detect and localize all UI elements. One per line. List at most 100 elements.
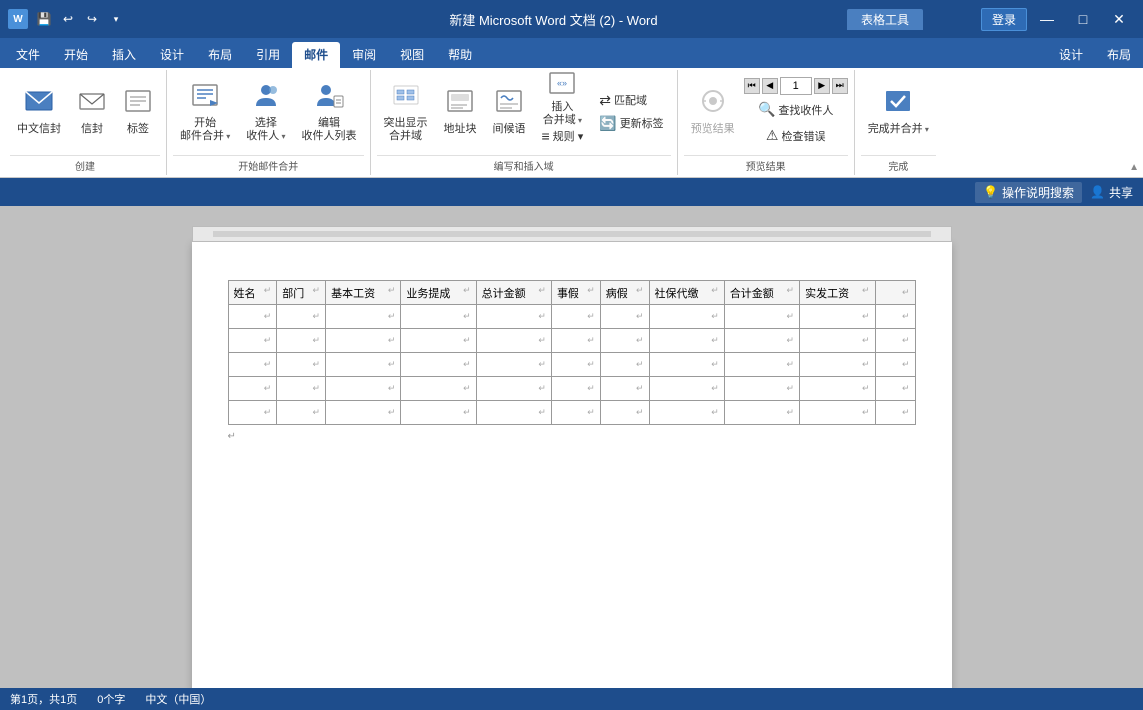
table-row: ↵ ↵ ↵ ↵ ↵ ↵ ↵ ↵ ↵ ↵ ↵ — [228, 329, 915, 353]
biaoqian-button[interactable]: 标签 — [116, 77, 160, 147]
cell: ↵ — [476, 305, 551, 329]
record-number-input[interactable] — [780, 77, 812, 95]
svg-text:«»: «» — [557, 78, 567, 88]
rules-button[interactable]: ≡ 规则 ▾ — [535, 125, 591, 147]
cell: ↵ — [649, 353, 724, 377]
tab-mailings[interactable]: 邮件 — [292, 42, 340, 68]
highlight-merge-label: 突出显示合并域 — [384, 117, 428, 143]
next-record-button[interactable]: ▶ — [814, 78, 830, 94]
share-button[interactable]: 👤 共享 — [1090, 184, 1133, 201]
highlight-merge-icon — [391, 80, 421, 115]
document-page[interactable]: 姓名↵ 部门↵ 基本工资↵ 业务提成↵ 总计金额↵ 事假↵ 病假↵ 社保代缴↵ … — [192, 242, 952, 688]
title-bar: W 💾 ↩ ↪ ▾ 新建 Microsoft Word 文档 (2) - Wor… — [0, 0, 1143, 38]
cell: ↵ — [228, 305, 277, 329]
tab-insert[interactable]: 插入 — [100, 42, 148, 68]
share-label: 共享 — [1109, 184, 1133, 201]
document-area: 姓名↵ 部门↵ 基本工资↵ 业务提成↵ 总计金额↵ 事假↵ 病假↵ 社保代缴↵ … — [0, 206, 1143, 688]
xinfeng-label: 信封 — [81, 123, 103, 136]
address-block-label: 地址块 — [444, 123, 477, 136]
undo-button[interactable]: ↩ — [58, 9, 78, 29]
tab-design[interactable]: 设计 — [148, 42, 196, 68]
tab-file[interactable]: 文件 — [4, 42, 52, 68]
title-bar-right: 登录 — □ ✕ — [981, 8, 1135, 31]
tab-references[interactable]: 引用 — [244, 42, 292, 68]
customize-quick-access-button[interactable]: ▾ — [106, 9, 126, 29]
ruler — [192, 226, 952, 242]
tab-home[interactable]: 开始 — [52, 42, 100, 68]
cell: ↵ — [600, 353, 649, 377]
table-row: ↵ ↵ ↵ ↵ ↵ ↵ ↵ ↵ ↵ ↵ ↵ — [228, 305, 915, 329]
preview-results-button[interactable]: 预览结果 — [684, 77, 742, 147]
data-table: 姓名↵ 部门↵ 基本工资↵ 业务提成↵ 总计金额↵ 事假↵ 病假↵ 社保代缴↵ … — [228, 280, 916, 425]
tab-layout[interactable]: 布局 — [196, 42, 244, 68]
search-help-button[interactable]: 💡 操作说明搜索 — [975, 182, 1082, 203]
title-bar-left: W 💾 ↩ ↪ ▾ — [8, 9, 126, 29]
ribbon-tabs-bar: 文件 开始 插入 设计 布局 引用 邮件 审阅 视图 帮助 设计 布局 — [0, 38, 1143, 68]
tab-review[interactable]: 审阅 — [340, 42, 388, 68]
login-button[interactable]: 登录 — [981, 8, 1027, 31]
tab-table-design[interactable]: 设计 — [1047, 42, 1095, 68]
edit-recipient-icon — [314, 80, 344, 115]
col-header-sick-leave: 病假↵ — [600, 281, 649, 305]
title-text: 新建 Microsoft Word 文档 (2) - Word — [449, 13, 657, 28]
cell: ↵ — [401, 305, 476, 329]
restore-button[interactable]: □ — [1067, 9, 1099, 29]
zhongwen-xinfeng-icon — [24, 86, 54, 121]
tab-help[interactable]: 帮助 — [436, 42, 484, 68]
finish-merge-label: 完成并合并 ▾ — [868, 123, 929, 136]
check-errors-label: 检查错误 — [781, 128, 825, 144]
prev-record-button[interactable]: ◀ — [762, 78, 778, 94]
tab-table-layout[interactable]: 布局 — [1095, 42, 1143, 68]
cell: ↵ — [228, 353, 277, 377]
ribbon-collapse-button[interactable]: ▲ — [1129, 162, 1139, 173]
redo-button[interactable]: ↪ — [82, 9, 102, 29]
language: 中文（中国） — [145, 691, 211, 707]
cell: ↵ — [649, 401, 724, 425]
cell: ↵ — [724, 305, 799, 329]
start-merge-button[interactable]: 开始邮件合并 ▾ — [173, 77, 237, 147]
update-labels-button[interactable]: 🔄 更新标签 — [592, 112, 670, 134]
last-record-button[interactable]: ⏭ — [832, 78, 848, 94]
tab-view[interactable]: 视图 — [388, 42, 436, 68]
greeting-line-button[interactable]: 间候语 — [486, 77, 533, 147]
check-errors-button[interactable]: ⚠ 检查错误 — [759, 125, 833, 147]
cell: ↵ — [326, 305, 401, 329]
match-fields-button[interactable]: ⇄ 匹配域 — [592, 89, 670, 111]
find-recipient-button[interactable]: 🔍 查找收件人 — [751, 99, 840, 121]
ribbon-group-preview-label: 预览结果 — [684, 155, 848, 175]
minimize-button[interactable]: — — [1031, 9, 1063, 29]
cell: ↵ — [875, 353, 915, 377]
greeting-line-label: 间候语 — [493, 123, 526, 136]
col-header-business: 业务提成↵ — [401, 281, 476, 305]
insert-merge-field-label: 插入合并域 ▾ — [543, 101, 582, 127]
edit-recipient-button[interactable]: 编辑收件人列表 — [295, 77, 364, 147]
close-button[interactable]: ✕ — [1103, 9, 1135, 29]
cell: ↵ — [600, 329, 649, 353]
address-block-button[interactable]: 地址块 — [437, 77, 484, 147]
rules-label: 规则 ▾ — [553, 128, 584, 144]
cell: ↵ — [875, 377, 915, 401]
cell: ↵ — [277, 329, 326, 353]
select-recipient-button[interactable]: 选择收件人 ▾ — [239, 77, 292, 147]
xinfeng-button[interactable]: 信封 — [70, 77, 114, 147]
first-record-button[interactable]: ⏮ — [744, 78, 760, 94]
cell: ↵ — [476, 353, 551, 377]
cell: ↵ — [800, 401, 875, 425]
cell: ↵ — [326, 377, 401, 401]
cell: ↵ — [875, 401, 915, 425]
start-merge-label: 开始邮件合并 ▾ — [180, 117, 230, 143]
col-header-personal-leave: 事假↵ — [551, 281, 600, 305]
ribbon-group-start-merge-content: 开始邮件合并 ▾ 选择收件人 ▾ 编辑收件人列表 — [173, 72, 364, 153]
cell: ↵ — [649, 377, 724, 401]
save-button[interactable]: 💾 — [34, 9, 54, 29]
insert-merge-field-button[interactable]: «» 插入合并域 ▾ — [535, 77, 591, 123]
highlight-merge-button[interactable]: 突出显示合并域 — [377, 77, 435, 147]
address-block-icon — [445, 86, 475, 121]
match-fields-label: 匹配域 — [614, 92, 647, 108]
zhongwen-xinfeng-button[interactable]: 中文信封 — [10, 77, 68, 147]
ribbon-group-create: 中文信封 信封 标签 创建 — [4, 70, 167, 175]
ribbon-group-finish: 完成并合并 ▾ 完成 — [855, 70, 942, 175]
cell: ↵ — [277, 353, 326, 377]
finish-merge-button[interactable]: 完成并合并 ▾ — [861, 77, 936, 147]
rules-icon: ≡ — [542, 128, 550, 144]
